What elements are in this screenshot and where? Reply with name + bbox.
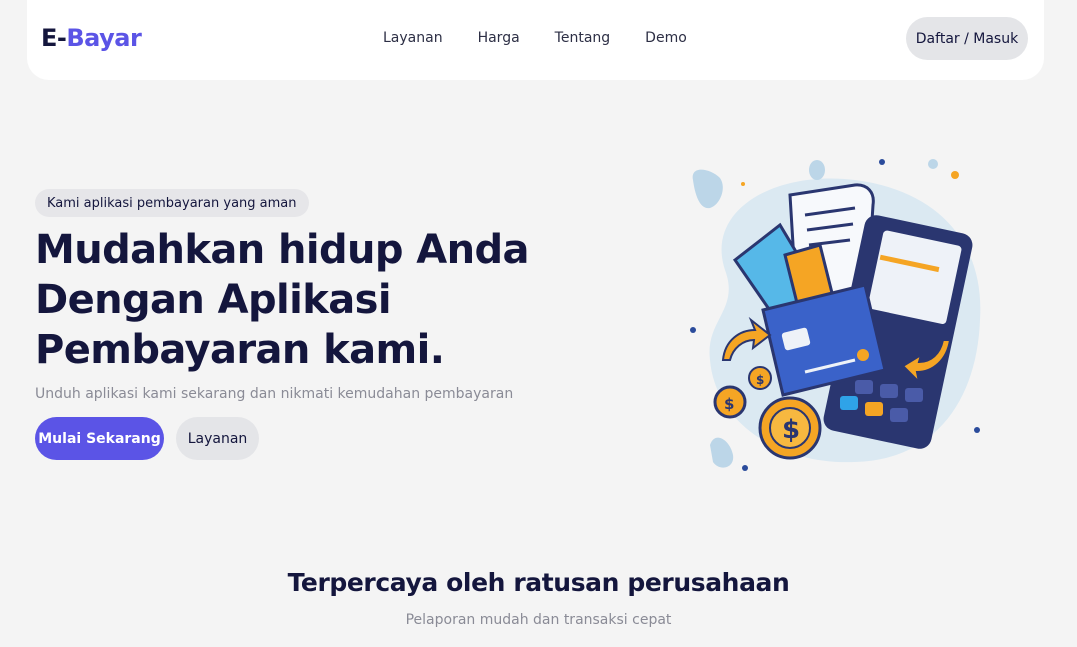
dot-decoration [974,427,980,433]
dot-decoration [809,160,825,180]
headline-line-1: Mudahkan hidup Anda [35,227,530,273]
headline-line-3: Pembayaran kami. [35,327,445,373]
hero-subtitle: Unduh aplikasi kami sekarang dan nikmati… [35,386,514,402]
brand-accent: Bayar [66,24,142,52]
register-login-button[interactable]: Daftar / Masuk [906,17,1028,60]
coin-icon: $ [713,385,747,419]
dot-decoration [928,159,938,169]
nav-link-harga[interactable]: Harga [478,30,520,46]
nav-link-tentang[interactable]: Tentang [555,30,611,46]
coin-icon: $ [758,396,822,460]
top-navbar: E-Bayar Layanan Harga Tentang Demo Dafta… [27,0,1044,80]
blob-small [692,169,723,209]
blob-bottom [710,437,734,468]
nav-link-layanan[interactable]: Layanan [383,30,443,46]
trust-section-subtitle: Pelaporan mudah dan transaksi cepat [405,612,672,628]
hero-badge: Kami aplikasi pembayaran yang aman [35,189,309,217]
svg-text:$: $ [782,415,800,445]
dot-decoration [879,159,885,165]
services-button[interactable]: Layanan [176,417,259,460]
trust-section-title: Terpercaya oleh ratusan perusahaan [287,568,790,597]
nav-link-demo[interactable]: Demo [645,30,687,46]
svg-text:$: $ [756,373,764,387]
hero-headline: Mudahkan hidup Anda Dengan Aplikasi Pemb… [35,225,555,375]
dot-decoration [741,182,745,186]
brand-logo[interactable]: E-Bayar [41,24,142,52]
dot-decoration [742,465,748,471]
payment-illustration: $ $ $ [690,159,981,471]
dot-decoration [690,327,696,333]
nav-links: Layanan Harga Tentang Demo [383,30,722,46]
headline-line-2: Dengan Aplikasi [35,277,392,323]
start-now-button[interactable]: Mulai Sekarang [35,417,164,460]
brand-prefix: E- [41,24,67,52]
svg-text:$: $ [724,395,734,413]
dot-decoration [951,171,959,179]
coin-icon: $ [748,366,772,390]
